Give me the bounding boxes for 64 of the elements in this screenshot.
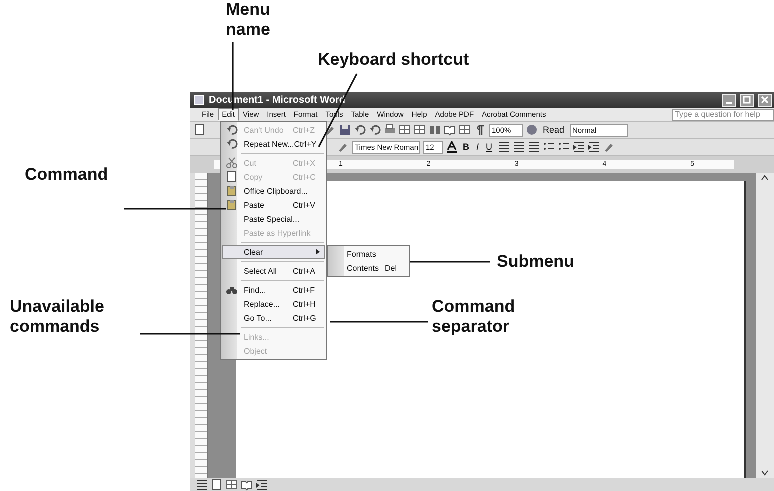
indent-icon[interactable] xyxy=(256,478,268,490)
save-icon[interactable] xyxy=(339,124,351,136)
book-icon[interactable] xyxy=(241,478,253,490)
menu-command[interactable]: Replace... Ctrl+H xyxy=(222,297,325,311)
align-icon[interactable] xyxy=(196,478,208,490)
menu-command[interactable]: Office Clipboard... xyxy=(222,184,325,198)
scroll-up-icon[interactable] xyxy=(761,175,769,181)
list-icon[interactable] xyxy=(558,141,570,153)
bold-button[interactable]: B xyxy=(461,141,472,153)
help-icon[interactable] xyxy=(526,124,538,136)
leader-line xyxy=(232,42,234,110)
callout-label: Keyboard shortcut xyxy=(318,50,470,70)
book-icon[interactable] xyxy=(444,124,456,136)
maximize-icon xyxy=(743,96,751,104)
callout-label: Command xyxy=(25,165,110,185)
align-icon[interactable] xyxy=(528,141,540,153)
callout-label: Menu name xyxy=(226,0,272,40)
clipboard-icon xyxy=(226,199,238,211)
table-icon[interactable] xyxy=(459,124,471,136)
clipboard-icon xyxy=(226,185,238,197)
close-button[interactable] xyxy=(758,94,772,106)
help-search-field[interactable]: Type a question for help xyxy=(672,108,774,120)
undo-icon xyxy=(226,138,238,150)
columns-icon[interactable] xyxy=(429,124,441,136)
close-icon xyxy=(761,96,769,104)
submenu-item[interactable]: Clear xyxy=(222,245,325,259)
undo-icon xyxy=(226,124,238,136)
vertical-scrollbar[interactable] xyxy=(756,173,774,478)
menu-command[interactable]: Go To... Ctrl+G xyxy=(222,311,325,325)
font-color-icon[interactable] xyxy=(446,141,458,153)
italic-button[interactable]: I xyxy=(474,141,482,153)
menu-command[interactable]: Contents Del xyxy=(329,261,408,275)
callout-label: Command separator xyxy=(432,297,516,337)
read-button[interactable]: Read xyxy=(541,124,567,136)
binoculars-icon xyxy=(226,284,238,296)
cut-icon xyxy=(226,157,238,169)
printer-icon[interactable] xyxy=(384,124,396,136)
menu-command[interactable]: Paste Ctrl+V xyxy=(222,198,325,212)
submenu-arrow-icon xyxy=(316,249,320,255)
page-icon[interactable] xyxy=(211,478,223,490)
document-icon xyxy=(194,94,205,106)
table-icon[interactable] xyxy=(399,124,411,136)
underline-button[interactable]: U xyxy=(484,141,495,153)
minimize-button[interactable] xyxy=(722,94,736,106)
align-icon[interactable] xyxy=(498,141,510,153)
list-icon[interactable] xyxy=(542,141,555,153)
table-icon[interactable] xyxy=(414,124,426,136)
undo-icon[interactable] xyxy=(354,124,366,136)
undo-icon[interactable] xyxy=(369,124,381,136)
menu-command[interactable]: Formats xyxy=(329,247,408,261)
scroll-down-icon[interactable] xyxy=(761,470,769,476)
table-icon[interactable] xyxy=(226,478,238,490)
indent-icon[interactable] xyxy=(588,141,600,153)
menu-command[interactable]: Repeat New...Ctrl+Y xyxy=(222,137,325,151)
maximize-button[interactable] xyxy=(740,94,754,106)
menu-command[interactable]: Find... Ctrl+F xyxy=(222,283,325,297)
align-icon[interactable] xyxy=(512,141,525,153)
indent-icon[interactable] xyxy=(572,141,585,153)
page-icon[interactable] xyxy=(194,124,206,136)
page-icon xyxy=(226,171,238,183)
menu-command[interactable]: Paste Special... xyxy=(222,212,325,226)
menu-command[interactable]: Select All Ctrl+A xyxy=(222,264,325,278)
callout-label: Submenu xyxy=(497,252,576,272)
callout-label: Unavailable commands xyxy=(10,297,106,337)
